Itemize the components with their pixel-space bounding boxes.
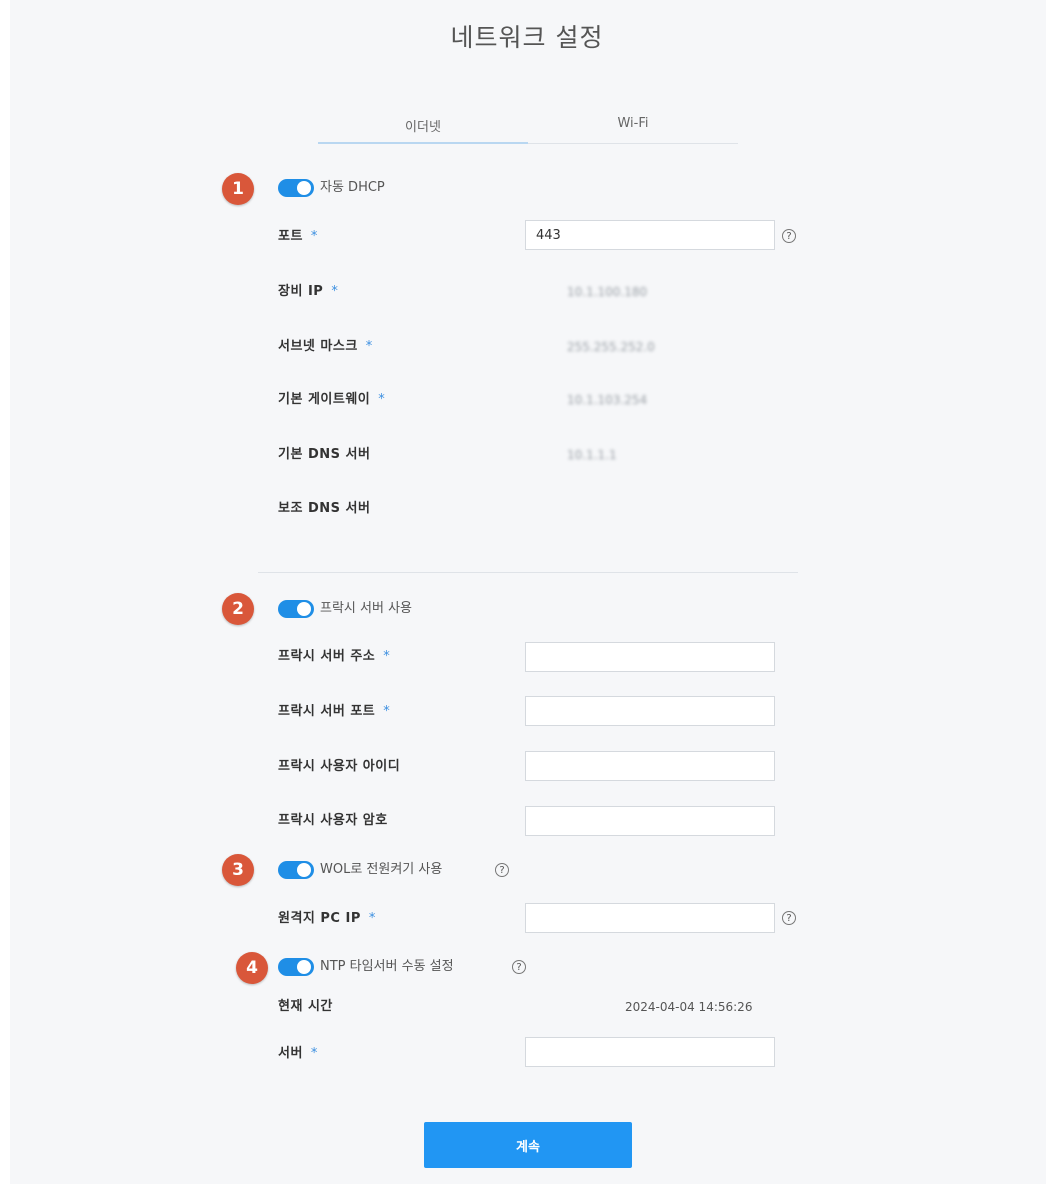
page-title: 네트워크 설정 (450, 23, 604, 52)
question-circle-icon[interactable]: ? (495, 863, 509, 877)
subnet-mask-value: 255.255.252.0 (567, 340, 655, 354)
ntp-toggle[interactable] (278, 958, 314, 976)
proxy-port-label: 프락시 서버 포트 * (278, 704, 391, 719)
proxy-password-label: 프락시 사용자 암호 (278, 813, 388, 828)
proxy-user-label: 프락시 사용자 아이디 (278, 759, 401, 774)
proxy-address-input[interactable] (525, 642, 775, 672)
wol-toggle[interactable] (278, 861, 314, 879)
proxy-address-label: 프락시 서버 주소 * (278, 649, 391, 664)
section-badge-2: 2 (222, 593, 254, 625)
proxy-toggle[interactable] (278, 600, 314, 618)
continue-button[interactable]: 계속 (424, 1122, 632, 1168)
secondary-dns-label: 보조 DNS 서버 (278, 501, 371, 516)
dhcp-toggle-label: 자동 DHCP (320, 180, 385, 195)
subnet-mask-label: 서브넷 마스크 * (278, 339, 373, 354)
current-time-value: 2024-04-04 14:56:26 (625, 1000, 753, 1014)
port-input[interactable] (525, 220, 775, 250)
dhcp-toggle[interactable] (278, 179, 314, 197)
section-badge-4: 4 (236, 952, 268, 984)
proxy-user-input[interactable] (525, 751, 775, 781)
section-badge-1: 1 (222, 173, 254, 205)
ntp-server-input[interactable] (525, 1037, 775, 1067)
tab-wifi[interactable]: Wi-Fi (528, 116, 738, 144)
remote-pc-ip-label: 원격지 PC IP * (278, 911, 376, 926)
proxy-toggle-label: 프락시 서버 사용 (320, 601, 412, 616)
section-badge-3: 3 (222, 854, 254, 886)
ntp-toggle-label: NTP 타임서버 수동 설정 (320, 959, 454, 974)
primary-dns-value: 10.1.1.1 (567, 448, 617, 462)
question-circle-icon[interactable]: ? (782, 229, 796, 243)
gateway-label: 기본 게이트웨이 * (278, 392, 386, 407)
settings-panel (10, 0, 1046, 1184)
remote-pc-ip-input[interactable] (525, 903, 775, 933)
question-circle-icon[interactable]: ? (512, 960, 526, 974)
device-ip-label: 장비 IP * (278, 284, 339, 299)
wol-toggle-label: WOL로 전원켜기 사용 (320, 862, 443, 877)
gateway-value: 10.1.103.254 (567, 393, 648, 407)
proxy-port-input[interactable] (525, 696, 775, 726)
device-ip-value: 10.1.100.180 (567, 285, 648, 299)
port-label: 포트 * (278, 229, 318, 244)
ntp-server-label: 서버 * (278, 1046, 318, 1061)
primary-dns-label: 기본 DNS 서버 (278, 447, 371, 462)
question-circle-icon[interactable]: ? (782, 911, 796, 925)
current-time-label: 현재 시간 (278, 999, 333, 1014)
tab-ethernet[interactable]: 이더넷 (318, 116, 528, 144)
proxy-password-input[interactable] (525, 806, 775, 836)
section-divider (258, 572, 798, 573)
